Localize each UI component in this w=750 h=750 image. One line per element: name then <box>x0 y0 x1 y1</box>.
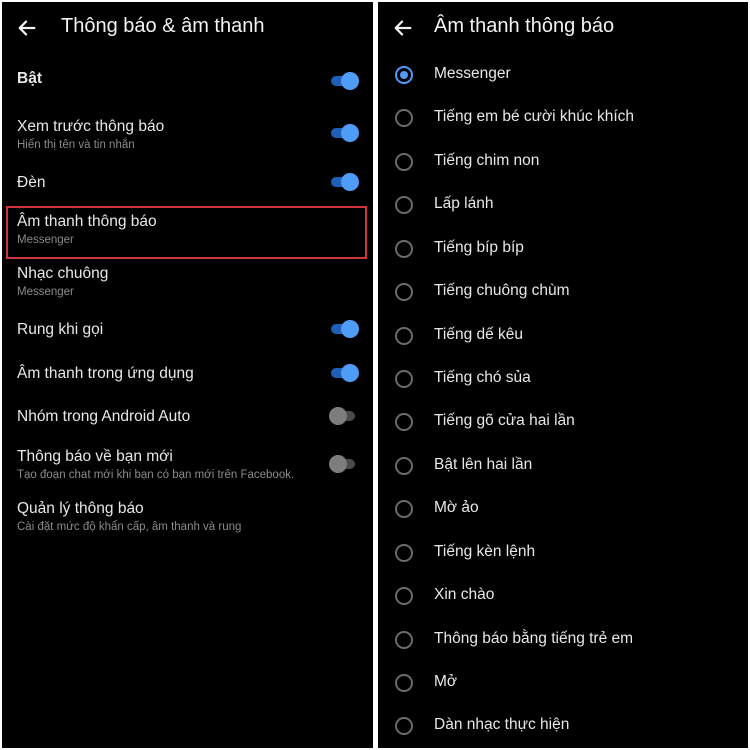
sound-option-label: Tiếng gõ cửa hai lần <box>434 412 575 429</box>
setting-subtitle: Tạo đoạn chat mới khi bạn có bạn mới trê… <box>17 469 295 481</box>
sound-option-label: Dàn nhạc thực hiện <box>434 716 570 733</box>
setting-subtitle: Messenger <box>17 286 74 298</box>
radio-icon[interactable] <box>395 370 413 388</box>
light-toggle[interactable] <box>329 171 359 193</box>
setting-title: Quản lý thông báo <box>17 500 144 517</box>
setting-row-manage-notifications[interactable]: Quản lý thông báo Cài đặt mức độ khẩn cấ… <box>2 500 373 542</box>
sound-option[interactable]: Tiếng gõ cửa hai lần <box>378 406 748 442</box>
setting-row-ringtone[interactable]: Nhạc chuông Messenger <box>2 265 373 307</box>
sound-option[interactable]: Tiếng chó sủa <box>378 363 748 399</box>
setting-title: Nhạc chuông <box>17 265 109 282</box>
setting-row-android-auto[interactable]: Nhóm trong Android Auto <box>2 405 373 438</box>
sound-option-label: Tiếng em bé cười khúc khích <box>434 108 635 125</box>
radio-icon[interactable] <box>395 109 413 127</box>
setting-row-in-app-sounds[interactable]: Âm thanh trong ứng dụng <box>2 362 373 395</box>
sound-option[interactable]: Dàn nhạc thực hiện <box>378 710 748 746</box>
radio-icon[interactable] <box>395 587 413 605</box>
radio-icon[interactable] <box>395 153 413 171</box>
sound-option-label: Xin chào <box>434 586 495 603</box>
sound-option-label: Lấp lánh <box>434 195 494 212</box>
notifications-settings-screen: Thông báo & âm thanh Bật Xem trước thông… <box>2 2 373 748</box>
sound-option[interactable]: Tiếng bíp bíp <box>378 233 748 269</box>
sound-option[interactable]: Tiếng em bé cười khúc khích <box>378 102 748 138</box>
sound-option-label: Tiếng dế kêu <box>434 326 524 343</box>
sound-option-label: Tiếng chó sủa <box>434 369 531 386</box>
sound-option-label: Thông báo bằng tiếng trẻ em <box>434 630 634 647</box>
setting-row-new-friend[interactable]: Thông báo về bạn mới Tạo đoạn chat mới k… <box>2 448 373 490</box>
radio-icon[interactable] <box>395 631 413 649</box>
radio-icon[interactable] <box>395 196 413 214</box>
setting-title: Rung khi gọi <box>17 321 104 338</box>
back-arrow-icon[interactable] <box>16 17 38 39</box>
android-auto-toggle[interactable] <box>329 405 359 427</box>
sound-option[interactable]: Tiếng chuông chùm <box>378 276 748 312</box>
sound-option[interactable]: Mở <box>378 667 748 703</box>
sound-option[interactable]: Xin chào <box>378 580 748 616</box>
setting-title: Âm thanh trong ứng dụng <box>17 365 194 382</box>
setting-title: Xem trước thông báo <box>17 118 165 135</box>
preview-toggle[interactable] <box>329 122 359 144</box>
sound-option[interactable]: Tiếng dế kêu <box>378 320 748 356</box>
sound-option[interactable]: Tiếng kèn lệnh <box>378 537 748 573</box>
radio-selected-icon[interactable] <box>395 66 413 84</box>
sound-option[interactable]: Lấp lánh <box>378 189 748 225</box>
setting-title: Đèn <box>17 174 46 191</box>
highlight-annotation <box>6 206 367 259</box>
sound-option-label: Tiếng kèn lệnh <box>434 543 536 560</box>
sound-option[interactable]: Messenger <box>378 59 748 95</box>
sound-option-label: Tiếng chim non <box>434 152 540 169</box>
sound-option[interactable]: Bật lên hai lần <box>378 450 748 486</box>
radio-icon[interactable] <box>395 544 413 562</box>
radio-icon[interactable] <box>395 413 413 431</box>
page-title: Âm thanh thông báo <box>434 15 615 37</box>
left-app-bar: Thông báo & âm thanh <box>2 2 373 54</box>
sound-option-label: Messenger <box>434 65 511 82</box>
radio-icon[interactable] <box>395 674 413 692</box>
notification-sound-screen: Âm thanh thông báo Messenger Tiếng em bé… <box>378 2 748 748</box>
radio-icon[interactable] <box>395 240 413 258</box>
setting-subtitle: Cài đặt mức độ khẩn cấp, âm thanh và run… <box>17 521 242 533</box>
setting-row-enable[interactable]: Bật <box>2 70 373 100</box>
sound-option[interactable]: Mờ ảo <box>378 493 748 529</box>
setting-title: Thông báo về bạn mới <box>17 448 173 465</box>
radio-icon[interactable] <box>395 500 413 518</box>
new-friend-toggle[interactable] <box>329 453 359 475</box>
setting-subtitle: Hiển thị tên và tin nhắn <box>17 139 135 151</box>
setting-title: Bật <box>17 70 42 87</box>
radio-icon[interactable] <box>395 327 413 345</box>
sound-option-label: Mở <box>434 673 458 690</box>
radio-icon[interactable] <box>395 283 413 301</box>
vibrate-toggle[interactable] <box>329 318 359 340</box>
in-app-sounds-toggle[interactable] <box>329 362 359 384</box>
sound-option-label: Tiếng bíp bíp <box>434 239 524 256</box>
sound-option-label: Bật lên hai lần <box>434 456 533 473</box>
setting-row-light[interactable]: Đèn <box>2 171 373 204</box>
radio-icon[interactable] <box>395 717 413 735</box>
sound-option-label: Mờ ảo <box>434 499 479 516</box>
right-app-bar: Âm thanh thông báo <box>378 2 748 54</box>
sound-option-label: Tiếng chuông chùm <box>434 282 570 299</box>
radio-icon[interactable] <box>395 457 413 475</box>
setting-title: Nhóm trong Android Auto <box>17 408 191 425</box>
sound-option[interactable]: Tiếng chim non <box>378 146 748 182</box>
page-title: Thông báo & âm thanh <box>61 15 265 37</box>
setting-row-preview[interactable]: Xem trước thông báo Hiển thị tên và tin … <box>2 118 373 160</box>
back-arrow-icon[interactable] <box>392 17 414 39</box>
sound-option[interactable]: Thông báo bằng tiếng trẻ em <box>378 624 748 660</box>
setting-row-vibrate-on-call[interactable]: Rung khi gọi <box>2 318 373 351</box>
enable-toggle[interactable] <box>329 70 359 92</box>
